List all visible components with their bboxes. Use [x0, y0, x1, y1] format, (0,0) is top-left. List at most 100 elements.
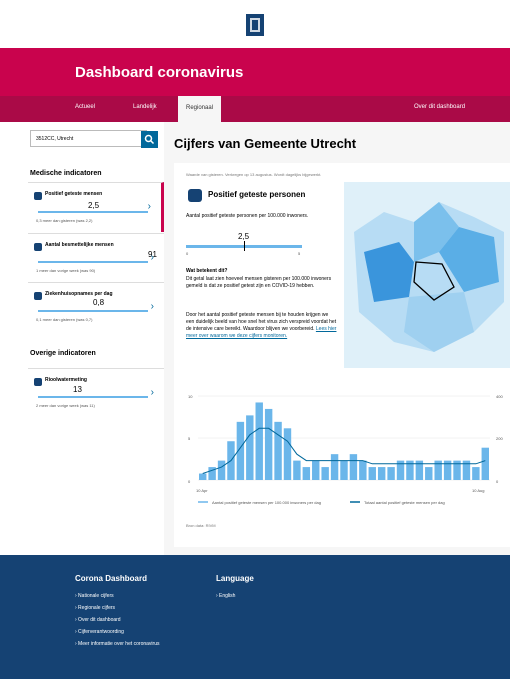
search-value: 3512CC, Utrecht	[36, 136, 74, 142]
nav-item-landelijk[interactable]: Landelijk	[133, 104, 157, 110]
chart-bar	[217, 460, 226, 480]
chart-bar	[321, 467, 329, 480]
nav-item-actueel[interactable]: Actueel	[75, 104, 95, 110]
footer-link[interactable]: › Over dit dashboard	[75, 617, 121, 623]
indicator-label: Aantal besmettelijke mensen	[45, 242, 114, 248]
header-banner: Dashboard coronavirus	[0, 48, 510, 96]
chart-bar	[264, 408, 273, 480]
indicator-value: 2,5	[88, 201, 100, 210]
chart-bar	[387, 467, 395, 480]
chart-bar	[481, 447, 489, 480]
chart-bar	[312, 460, 320, 480]
answer-text-2-body: Door het aantal positief geteste mensen …	[186, 312, 337, 332]
ytick-left-bottom: 0	[188, 479, 191, 484]
nav-item-over[interactable]: Over dit dashboard	[414, 104, 465, 110]
footer-link[interactable]: › Regionale cijfers	[75, 605, 115, 611]
medical-indicators-title: Medische indicatoren	[30, 170, 102, 177]
chart-bar	[293, 460, 301, 480]
chart-bar	[340, 460, 348, 480]
x-end-label: 10 Aug	[472, 488, 484, 493]
footer-col1-title: Corona Dashboard	[75, 574, 148, 583]
tick-max: 5	[298, 251, 301, 256]
indicator-change: 1 meer dan vorige week (was 90)	[36, 268, 96, 273]
panel-title: Positief geteste personen	[208, 190, 306, 199]
chevron-right-icon: ›	[150, 387, 154, 398]
ytick-right-bottom: 0	[496, 479, 499, 484]
virus-icon	[34, 243, 42, 251]
indicator-bar	[38, 310, 148, 312]
data-source: Bron data: RIVM	[186, 523, 216, 528]
chart-bar	[199, 473, 207, 480]
question-heading: Wat betekent dit?	[186, 268, 228, 274]
main-value-bar	[186, 241, 302, 251]
rijksoverheid-logo[interactable]	[246, 14, 264, 36]
value-marker	[244, 241, 245, 251]
hospital-icon	[34, 292, 42, 300]
answer-text: Dit getal laat zien hoeveel mensen giste…	[186, 276, 332, 289]
indicator-card-besmettelijk[interactable]: Aantal besmettelijke mensen 91 1 meer da…	[28, 233, 164, 281]
chart-bar	[274, 421, 282, 480]
chevron-right-icon: ›	[147, 201, 151, 212]
chevron-right-icon: ›	[150, 252, 154, 263]
main-nav: Actueel Landelijk Regionaal Over dit das…	[0, 96, 510, 122]
indicator-card-positief[interactable]: Positief geteste mensen 2,5 0,3 meer dan…	[28, 182, 164, 232]
footer-link[interactable]: › Nationale cijfers	[75, 593, 114, 599]
chart-bar	[425, 467, 433, 480]
chevron-right-icon: ›	[150, 301, 154, 312]
legend-line: Totaal aantal positief geteste mensen pe…	[364, 500, 445, 505]
map-svg	[354, 202, 504, 352]
chart-bar	[377, 467, 386, 480]
person-icon	[34, 192, 42, 200]
chart-bar	[255, 402, 263, 480]
footer-col2-title: Language	[216, 574, 254, 583]
top-bar	[0, 0, 510, 48]
trend-chart[interactable]: 10 5 0 400 200 0 10 Apr 10 Aug Aantal po…	[184, 390, 510, 530]
indicator-bar	[38, 261, 148, 263]
chart-bar	[349, 454, 358, 480]
sewer-icon	[34, 378, 42, 386]
indicator-card-riool[interactable]: Rioolwatermeting 13 2 meer dan vorige we…	[28, 368, 164, 416]
chart-bar	[368, 467, 376, 480]
footer-link[interactable]: › Meer informatie over het coronavirus	[75, 641, 159, 647]
other-indicators-title: Overige indicatoren	[30, 350, 96, 357]
legend-bars: Aantal positief geteste mensen per 100.0…	[212, 500, 321, 505]
utrecht-map[interactable]	[344, 182, 510, 368]
indicator-label: Positief geteste mensen	[45, 191, 103, 197]
x-start-label: 10 Apr	[196, 488, 208, 493]
indicator-bar	[38, 211, 148, 213]
chart-bar	[359, 460, 367, 480]
ytick-right-mid: 200	[496, 436, 503, 441]
answer-text-2: Door het aantal positief geteste mensen …	[186, 312, 338, 340]
ytick-right-top: 400	[496, 394, 503, 399]
indicator-bar	[38, 396, 148, 398]
footer-link[interactable]: › English	[216, 593, 235, 599]
person-icon	[188, 189, 202, 202]
footer: Corona Dashboard › Nationale cijfers › R…	[0, 555, 510, 679]
footer-link[interactable]: › Cijferverantwoording	[75, 629, 124, 635]
indicator-value: 13	[73, 385, 82, 394]
chart-bar	[283, 428, 292, 480]
chart-bar	[330, 454, 339, 480]
indicator-card-ziekenhuis[interactable]: Ziekenhuisopnames per dag 0,8 0,1 meer d…	[28, 282, 164, 330]
indicator-value: 0,8	[93, 298, 105, 307]
indicator-change: 0,1 meer dan gisteren (was 0,7)	[36, 317, 93, 322]
indicator-label: Rioolwatermeting	[45, 377, 87, 383]
ytick-left-mid: 5	[188, 436, 191, 441]
page-header-title: Dashboard coronavirus	[75, 64, 244, 81]
chart-bars	[199, 402, 489, 480]
search-button[interactable]	[141, 131, 158, 148]
page-title: Cijfers van Gemeente Utrecht	[174, 136, 357, 151]
nav-item-regionaal[interactable]: Regionaal	[178, 96, 222, 122]
search-input[interactable]: 3512CC, Utrecht	[30, 130, 147, 147]
chart-bar	[246, 415, 254, 480]
chart-bar	[472, 467, 480, 480]
indicator-label: Ziekenhuisopnames per dag	[45, 291, 113, 297]
tick-min: 0	[186, 251, 189, 256]
indicator-change: 2 meer dan vorige week (was 11)	[36, 403, 95, 408]
chart-bar	[302, 467, 311, 480]
indicator-change: 0,3 meer dan gisteren (was 2,2)	[36, 218, 93, 223]
panel-description: Aantal positief geteste personen per 100…	[186, 213, 309, 219]
data-note: Waarde van gisteren. Verkregen op 13 aug…	[186, 172, 322, 177]
main-value: 2,5	[238, 232, 250, 241]
ytick-left-top: 10	[188, 394, 193, 399]
